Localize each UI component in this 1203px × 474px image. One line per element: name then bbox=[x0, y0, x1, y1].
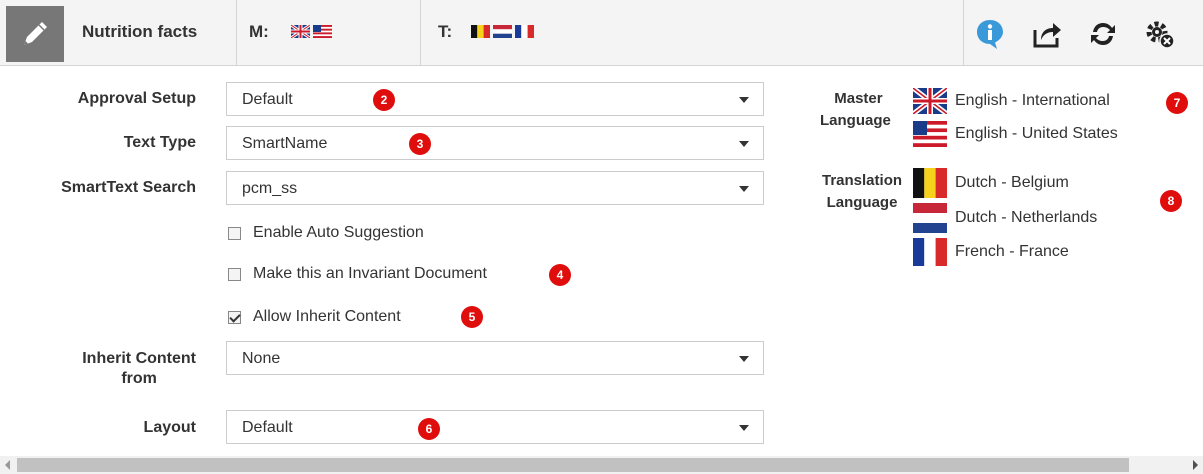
master-flags bbox=[291, 25, 332, 38]
callout-badge: 4 bbox=[549, 264, 571, 286]
settings-remove-button[interactable] bbox=[1140, 14, 1180, 54]
inherit-content-from-label: Inherit Content from bbox=[82, 349, 196, 389]
inherit-content-label-line2: from bbox=[121, 370, 157, 387]
callout-badge: 2 bbox=[373, 89, 395, 111]
translation-language-heading: Translation Language bbox=[822, 170, 902, 214]
info-button[interactable] bbox=[970, 14, 1010, 54]
language-name: Dutch - Netherlands bbox=[955, 209, 1098, 226]
layout-select[interactable]: Default bbox=[226, 410, 764, 444]
text-type-select[interactable]: SmartName bbox=[226, 126, 764, 160]
master-language-label: M: bbox=[249, 22, 269, 41]
language-name: English - United States bbox=[955, 125, 1118, 142]
chevron-down-icon bbox=[739, 356, 749, 362]
allow-inherit-content-checkbox[interactable]: Allow Inherit Content bbox=[228, 308, 401, 326]
callout-badge: 8 bbox=[1160, 190, 1182, 212]
checkbox-box[interactable] bbox=[228, 267, 241, 281]
callout-badge: 6 bbox=[418, 418, 440, 440]
smarttext-search-value: pcm_ss bbox=[242, 180, 298, 197]
chevron-down-icon bbox=[739, 186, 749, 192]
toolbar: Nutrition facts M: T: bbox=[0, 0, 1203, 66]
language-name: English - International bbox=[955, 92, 1110, 109]
callout-badge: 3 bbox=[409, 133, 431, 155]
invariant-document-label: Make this an Invariant Document bbox=[253, 265, 487, 282]
layout-label: Layout bbox=[143, 419, 196, 436]
pencil-icon bbox=[24, 22, 47, 45]
enable-auto-suggestion-label: Enable Auto Suggestion bbox=[253, 224, 424, 241]
master-language-heading: Master Language bbox=[820, 88, 891, 132]
text-type-label: Text Type bbox=[123, 134, 196, 151]
text-type-value: SmartName bbox=[242, 135, 328, 152]
settings-remove-icon bbox=[1146, 21, 1175, 49]
invariant-document-checkbox[interactable]: Make this an Invariant Document bbox=[228, 265, 487, 283]
translation-heading-line2: Language bbox=[826, 194, 898, 211]
scroll-right-icon[interactable] bbox=[1193, 460, 1198, 470]
translation-flags bbox=[471, 25, 534, 38]
translation-language-item: Dutch - Netherlands bbox=[913, 203, 1097, 233]
scrollbar-thumb[interactable] bbox=[17, 458, 1129, 472]
divider bbox=[420, 0, 421, 66]
edit-button[interactable] bbox=[6, 6, 64, 62]
chevron-down-icon bbox=[739, 425, 749, 431]
horizontal-scrollbar[interactable] bbox=[0, 456, 1203, 474]
approval-setup-label: Approval Setup bbox=[77, 90, 196, 107]
checkbox-box[interactable] bbox=[228, 226, 241, 240]
translation-language-item: French - France bbox=[913, 238, 1069, 266]
callout-badge: 7 bbox=[1166, 92, 1188, 114]
allow-inherit-content-label: Allow Inherit Content bbox=[253, 308, 401, 325]
layout-value: Default bbox=[242, 419, 293, 436]
language-name: French - France bbox=[955, 243, 1069, 260]
us-flag-icon bbox=[913, 121, 947, 147]
share-button[interactable] bbox=[1027, 14, 1067, 54]
master-language-item: English - United States bbox=[913, 121, 1118, 147]
belgium-flag-icon bbox=[913, 168, 947, 198]
approval-setup-select[interactable]: Default bbox=[226, 82, 764, 116]
scroll-left-icon[interactable] bbox=[5, 460, 10, 470]
inherit-content-from-select[interactable]: None bbox=[226, 341, 764, 375]
master-language-item: English - International bbox=[913, 88, 1110, 114]
france-flag-icon bbox=[515, 25, 534, 38]
master-heading-line2: Language bbox=[820, 112, 891, 129]
translation-heading-line1: Translation bbox=[822, 172, 903, 189]
us-flag-icon bbox=[313, 25, 332, 38]
inherit-content-from-value: None bbox=[242, 350, 281, 367]
refresh-button[interactable] bbox=[1083, 14, 1123, 54]
chevron-down-icon bbox=[739, 97, 749, 103]
divider bbox=[963, 0, 964, 66]
uk-flag-icon bbox=[291, 25, 310, 38]
translation-language-label: T: bbox=[438, 22, 453, 41]
page-title: Nutrition facts bbox=[82, 22, 198, 41]
netherlands-flag-icon bbox=[913, 203, 947, 233]
callout-badge: 5 bbox=[461, 306, 483, 328]
checkbox-box-checked[interactable] bbox=[228, 310, 241, 324]
chevron-down-icon bbox=[739, 141, 749, 147]
france-flag-icon bbox=[913, 238, 947, 266]
inherit-content-label-line1: Inherit Content bbox=[82, 350, 196, 367]
uk-flag-icon bbox=[913, 88, 947, 114]
approval-setup-value: Default bbox=[242, 91, 293, 108]
belgium-flag-icon bbox=[471, 25, 490, 38]
divider bbox=[236, 0, 237, 66]
netherlands-flag-icon bbox=[493, 25, 512, 38]
language-name: Dutch - Belgium bbox=[955, 174, 1069, 191]
translation-language-item: Dutch - Belgium bbox=[913, 168, 1069, 198]
smarttext-search-select[interactable]: pcm_ss bbox=[226, 171, 764, 205]
smarttext-search-label: SmartText Search bbox=[61, 179, 196, 196]
enable-auto-suggestion-checkbox[interactable]: Enable Auto Suggestion bbox=[228, 224, 424, 242]
refresh-icon bbox=[1091, 23, 1115, 45]
info-icon bbox=[977, 20, 1003, 49]
master-heading-line1: Master bbox=[834, 90, 883, 107]
share-icon bbox=[1033, 23, 1061, 48]
